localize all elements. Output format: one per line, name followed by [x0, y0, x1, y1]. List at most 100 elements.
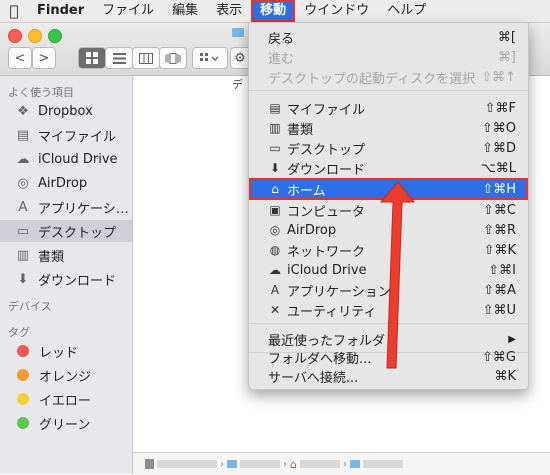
menu-item-airdrop[interactable]: ◎ AirDrop ⇧⌘R: [249, 220, 528, 240]
menu-item-back[interactable]: 戻る ⌘[: [249, 27, 528, 47]
menu-item-shortcut: ⇧⌘G: [482, 349, 516, 365]
menu-item-shortcut: ⌘[: [497, 29, 516, 45]
home-icon: ⌂: [290, 457, 297, 471]
menu-window[interactable]: ウインドウ: [295, 0, 378, 22]
menu-item-label: ネットワーク: [287, 244, 366, 260]
menu-item-label: フォルダへ移動...: [268, 351, 372, 367]
menu-item-label: ユーティリティ: [287, 304, 377, 320]
menu-item-go-to-folder[interactable]: フォルダへ移動... ⇧⌘G: [249, 347, 528, 367]
menu-item-computer[interactable]: ▣ コンピュータ ⇧⌘C: [249, 200, 528, 220]
chevron-right-icon: ›: [342, 458, 347, 470]
sidebar-tag-orange[interactable]: オレンジ: [0, 364, 132, 386]
cover-flow-icon: [165, 52, 181, 64]
sidebar-tag-yellow[interactable]: イエロー: [0, 388, 132, 410]
menu-view[interactable]: 表示: [207, 0, 251, 22]
menu-item-label: サーバへ接続...: [268, 370, 359, 386]
menu-item-downloads[interactable]: ⬇ ダウンロード ⌥⌘L: [249, 158, 528, 178]
sidebar-item-label: レッド: [39, 345, 79, 361]
menu-item-label: デスクトップの起動ディスクを選択: [268, 71, 476, 87]
download-icon: ⬇: [17, 271, 29, 287]
home-icon: ⌂: [271, 182, 279, 196]
path-segment[interactable]: [362, 460, 403, 468]
menu-item-label: コンピュータ: [287, 204, 366, 220]
menu-item-connect-to-server[interactable]: サーバへ接続... ⌘K: [249, 366, 528, 386]
sidebar-item-icloud[interactable]: ☁ iCloud Drive: [0, 148, 132, 170]
menu-item-shortcut: ⇧⌘K: [483, 242, 516, 258]
menu-help[interactable]: ヘルプ: [378, 0, 435, 22]
apple-icon[interactable]: : [0, 2, 28, 20]
sidebar-item-documents[interactable]: ▥ 書類: [0, 244, 132, 266]
menu-item-label: ホーム: [287, 183, 326, 199]
applications-icon: A: [18, 199, 28, 215]
menu-item-documents[interactable]: ▥ 書類 ⇧⌘O: [249, 118, 528, 138]
utilities-icon: ✕: [269, 303, 281, 317]
menu-finder[interactable]: Finder: [28, 0, 93, 22]
arrange-icon: [200, 52, 219, 61]
menu-item-recent-folders[interactable]: 最近使ったフォルダ ▶: [249, 329, 528, 349]
list-icon: [112, 52, 126, 64]
menu-item-shortcut: ⇧⌘A: [483, 282, 516, 298]
menu-item-shortcut: ⇧⌘D: [482, 140, 516, 156]
desktop-icon: ▭: [16, 223, 30, 239]
sidebar-tag-green[interactable]: グリーン: [0, 412, 132, 434]
icon-view-button[interactable]: [78, 47, 106, 69]
menu-item-utilities[interactable]: ✕ ユーティリティ ⇧⌘U: [249, 300, 528, 320]
menu-item-label: ダウンロード: [287, 162, 366, 178]
menu-item-home[interactable]: ⌂ ホーム ⇧⌘H: [249, 178, 528, 200]
chevron-right-icon: ›: [220, 458, 224, 470]
tag-dot-icon: [17, 369, 29, 381]
sidebar-item-label: iCloud Drive: [38, 151, 118, 167]
path-bar: › › ⌂ ›: [133, 452, 550, 475]
tags-header: タグ: [8, 326, 30, 339]
sidebar-item-my-files[interactable]: ▤ マイファイル: [0, 124, 132, 146]
menu-item-shortcut: ⌘K: [494, 368, 516, 384]
action-button[interactable]: ⚙: [230, 47, 249, 69]
menu-item-shortcut: ⇧⌘C: [483, 202, 516, 218]
zoom-window-button[interactable]: [48, 29, 62, 43]
menu-bar:  Finder ファイル 編集 表示 移動 ウインドウ ヘルプ: [0, 0, 550, 23]
path-segment[interactable]: [240, 460, 280, 468]
sidebar-item-downloads[interactable]: ⬇ ダウンロード: [0, 268, 132, 290]
menu-item-applications[interactable]: A アプリケーション ⇧⌘A: [249, 280, 528, 300]
menu-item-shortcut: ⇧⌘F: [484, 100, 516, 116]
applications-icon: A: [270, 283, 280, 297]
devices-header: デバイス: [8, 300, 52, 313]
menu-item-shortcut: ⇧⌘↑: [481, 69, 516, 85]
menu-file[interactable]: ファイル: [93, 0, 163, 22]
sidebar-tag-red[interactable]: レッド: [0, 340, 132, 362]
menu-item-network[interactable]: ◍ ネットワーク ⇧⌘K: [249, 240, 528, 260]
sidebar: よく使う項目 ❖ Dropbox ▤ マイファイル ☁ iCloud Drive…: [0, 76, 133, 474]
menu-item-shortcut: ⇧⌘U: [482, 302, 516, 318]
sidebar-item-airdrop[interactable]: ◎ AirDrop: [0, 172, 132, 194]
sidebar-item-applications[interactable]: A アプリケーシ…: [0, 196, 132, 218]
arrange-button[interactable]: [192, 47, 228, 69]
folder-icon: [349, 460, 360, 468]
path-segment[interactable]: [299, 460, 340, 468]
close-window-button[interactable]: [8, 29, 22, 43]
minimize-window-button[interactable]: [28, 29, 42, 43]
list-view-button[interactable]: [105, 47, 133, 69]
menu-go[interactable]: 移動: [251, 0, 296, 22]
path-segment[interactable]: [157, 460, 217, 468]
sidebar-item-desktop[interactable]: ▭ デスクトップ: [0, 220, 132, 242]
menu-item-icloud-drive[interactable]: ☁ iCloud Drive ⇧⌘I: [249, 260, 528, 280]
menu-item-my-files[interactable]: ▤ マイファイル ⇧⌘F: [249, 98, 528, 118]
menu-item-label: 進む: [268, 51, 295, 67]
column-view-button[interactable]: [132, 47, 160, 69]
forward-button[interactable]: >: [32, 47, 56, 69]
menu-separator: [249, 90, 528, 91]
cover-flow-button[interactable]: [159, 47, 187, 69]
documents-icon: ▥: [16, 247, 30, 263]
menu-item-desktop[interactable]: ▭ デスクトップ ⇧⌘D: [249, 138, 528, 158]
window-caption: デ: [232, 78, 243, 91]
gear-icon: ⚙: [234, 50, 246, 66]
sidebar-item-label: マイファイル: [38, 129, 117, 145]
menu-item-label: AirDrop: [287, 222, 337, 238]
menu-item-label: アプリケーション: [287, 284, 391, 300]
back-button[interactable]: <: [8, 47, 32, 69]
menu-edit[interactable]: 編集: [163, 0, 207, 22]
sidebar-item-label: オレンジ: [39, 369, 92, 385]
tag-dot-icon: [17, 345, 29, 357]
sidebar-item-dropbox[interactable]: ❖ Dropbox: [0, 100, 132, 122]
sidebar-item-label: グリーン: [39, 417, 91, 433]
